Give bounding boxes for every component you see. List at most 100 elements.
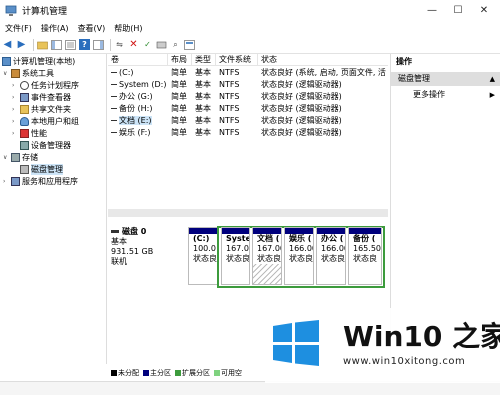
- volume-filesystem: NTFS: [219, 92, 240, 101]
- tree-node-device-manager[interactable]: 设备管理器: [20, 140, 71, 151]
- menu-help[interactable]: 帮助(H): [114, 23, 142, 34]
- chevron-down-icon[interactable]: ∨: [3, 154, 11, 161]
- more-actions-label: 更多操作: [413, 90, 445, 99]
- partition-c[interactable]: (C:) 100.0 状态良: [188, 227, 218, 285]
- volume-type: 基本: [195, 68, 211, 77]
- disk-icon: [111, 230, 119, 233]
- volume-name: 备份 (H:): [119, 104, 153, 113]
- chevron-right-icon[interactable]: ›: [12, 94, 20, 101]
- show-tree-icon[interactable]: [51, 39, 62, 50]
- show-action-pane-icon[interactable]: [93, 39, 104, 50]
- volume-list-header: 卷 布局 类型 文件系统 状态: [108, 54, 388, 66]
- disk-info[interactable]: 磁盘 0 基本 931.51 GB 联机: [111, 227, 181, 287]
- volume-status: 状态良好 (系统, 启动, 页面文件, 活: [261, 68, 386, 77]
- column-header-volume[interactable]: 卷: [108, 54, 168, 66]
- tree-node-disk-management[interactable]: 磁盘管理: [20, 164, 63, 175]
- tree-node-services-apps[interactable]: › 服务和应用程序: [3, 176, 78, 187]
- toolbox-icon: [11, 69, 20, 78]
- chevron-down-icon[interactable]: ∨: [3, 70, 11, 77]
- pane-splitter[interactable]: [108, 209, 388, 217]
- partition-system[interactable]: Syste 167.0 状态良: [221, 227, 250, 285]
- table-row[interactable]: 文档 (E:) 简单 基本 NTFS 状态良好 (逻辑驱动器): [108, 116, 388, 126]
- chevron-right-icon[interactable]: ›: [12, 130, 20, 137]
- column-header-layout[interactable]: 布局: [168, 54, 192, 66]
- up-folder-icon[interactable]: [37, 39, 48, 50]
- windows-logo-icon: [273, 320, 319, 366]
- close-button[interactable]: ✕: [476, 3, 492, 17]
- chevron-right-icon[interactable]: ›: [12, 106, 20, 113]
- shared-folder-icon: [20, 105, 29, 114]
- partition-label: Syste: [226, 234, 250, 243]
- tree-node-task-scheduler[interactable]: › 任务计划程序: [12, 80, 79, 91]
- column-header-status[interactable]: 状态: [258, 54, 388, 66]
- volume-filesystem: NTFS: [219, 68, 240, 77]
- primary-swatch: [143, 370, 149, 376]
- properties-icon[interactable]: [65, 39, 76, 50]
- check-icon[interactable]: ✓: [142, 39, 153, 50]
- tree-node-event-viewer[interactable]: › 事件查看器: [12, 92, 71, 103]
- toolbar-separator: [110, 38, 111, 51]
- volume-icon: [111, 96, 117, 97]
- minimize-button[interactable]: —: [424, 3, 440, 17]
- partition-label: 娱乐 (: [289, 234, 312, 243]
- forward-arrow-icon[interactable]: ▶: [16, 39, 27, 50]
- tree-node-label: 计算机管理(本地): [13, 57, 76, 66]
- delete-icon[interactable]: ✕: [128, 39, 139, 50]
- users-icon: [20, 117, 29, 126]
- help-icon[interactable]: ?: [79, 39, 90, 50]
- tree-node-local-users[interactable]: › 本地用户和组: [12, 116, 79, 127]
- partition-backup[interactable]: 备份 ( 165.50 状态良: [348, 227, 382, 285]
- disk-icon[interactable]: [156, 39, 167, 50]
- watermark-brand: Win10 之家: [343, 320, 500, 353]
- table-row[interactable]: 备份 (H:) 简单 基本 NTFS 状态良好 (逻辑驱动器): [108, 104, 388, 114]
- computer-icon: [2, 57, 11, 66]
- volume-type: 基本: [195, 116, 211, 125]
- chevron-right-icon[interactable]: ›: [12, 82, 20, 89]
- partition-size: 167.0: [226, 244, 249, 253]
- partition-entertainment[interactable]: 娱乐 ( 166.00 状态良: [284, 227, 314, 285]
- chevron-right-icon[interactable]: ›: [3, 178, 11, 185]
- legend-unallocated: 未分配: [118, 369, 139, 377]
- table-row[interactable]: 娱乐 (F:) 简单 基本 NTFS 状态良好 (逻辑驱动器): [108, 128, 388, 138]
- volume-status: 状态良好 (逻辑驱动器): [261, 92, 342, 101]
- connect-icon[interactable]: ⇋: [114, 39, 125, 50]
- volume-layout: 简单: [171, 116, 187, 125]
- tree-node-system-tools[interactable]: ∨ 系统工具: [3, 68, 54, 79]
- view-list-icon[interactable]: [184, 39, 195, 50]
- column-header-type[interactable]: 类型: [192, 54, 216, 66]
- disk-management-icon: [20, 165, 29, 174]
- table-row[interactable]: 办公 (G:) 简单 基本 NTFS 状态良好 (逻辑驱动器): [108, 92, 388, 102]
- volume-filesystem: NTFS: [219, 104, 240, 113]
- tree-node-root[interactable]: 计算机管理(本地): [2, 56, 75, 67]
- volume-status: 状态良好 (逻辑驱动器): [261, 80, 342, 89]
- tree-node-shared-folders[interactable]: › 共享文件夹: [12, 104, 71, 115]
- partition-label: 文档 (: [253, 234, 281, 244]
- maximize-button[interactable]: ☐: [450, 3, 466, 17]
- back-arrow-icon[interactable]: ◀: [2, 39, 13, 50]
- tree-node-storage[interactable]: ∨ 存储: [3, 152, 38, 163]
- chevron-up-icon[interactable]: ▲: [490, 72, 495, 86]
- partition-office[interactable]: 办公 ( 166.00 状态良: [316, 227, 346, 285]
- chevron-right-icon[interactable]: ›: [12, 118, 20, 125]
- column-header-filesystem[interactable]: 文件系统: [216, 54, 258, 66]
- table-row[interactable]: (C:) 简单 基本 NTFS 状态良好 (系统, 启动, 页面文件, 活: [108, 68, 388, 78]
- partition-status: 状态良: [353, 254, 377, 263]
- partition-documents[interactable]: 文档 ( 167.00 状态良: [252, 227, 282, 285]
- menu-view[interactable]: 查看(V): [78, 23, 106, 34]
- volume-layout: 简单: [171, 68, 187, 77]
- chevron-right-icon: ▶: [489, 91, 495, 99]
- volume-filesystem: NTFS: [219, 80, 240, 89]
- menu-bar: 文件(F) 操作(A) 查看(V) 帮助(H): [0, 21, 500, 36]
- status-bar: [0, 381, 500, 395]
- search-icon[interactable]: ⌕: [170, 39, 181, 50]
- menu-file[interactable]: 文件(F): [5, 23, 32, 34]
- more-actions-item[interactable]: 更多操作 ▶: [413, 88, 500, 102]
- tree-node-performance[interactable]: › 性能: [12, 128, 47, 139]
- actions-header: 操作: [396, 57, 412, 66]
- volume-layout: 简单: [171, 104, 187, 113]
- actions-section-disk-management[interactable]: 磁盘管理 ▲: [391, 72, 500, 86]
- menu-action[interactable]: 操作(A): [41, 23, 69, 34]
- volume-filesystem: NTFS: [219, 116, 240, 125]
- disk-size: 931.51 GB: [111, 247, 154, 256]
- table-row[interactable]: System (D:) 简单 基本 NTFS 状态良好 (逻辑驱动器): [108, 80, 388, 90]
